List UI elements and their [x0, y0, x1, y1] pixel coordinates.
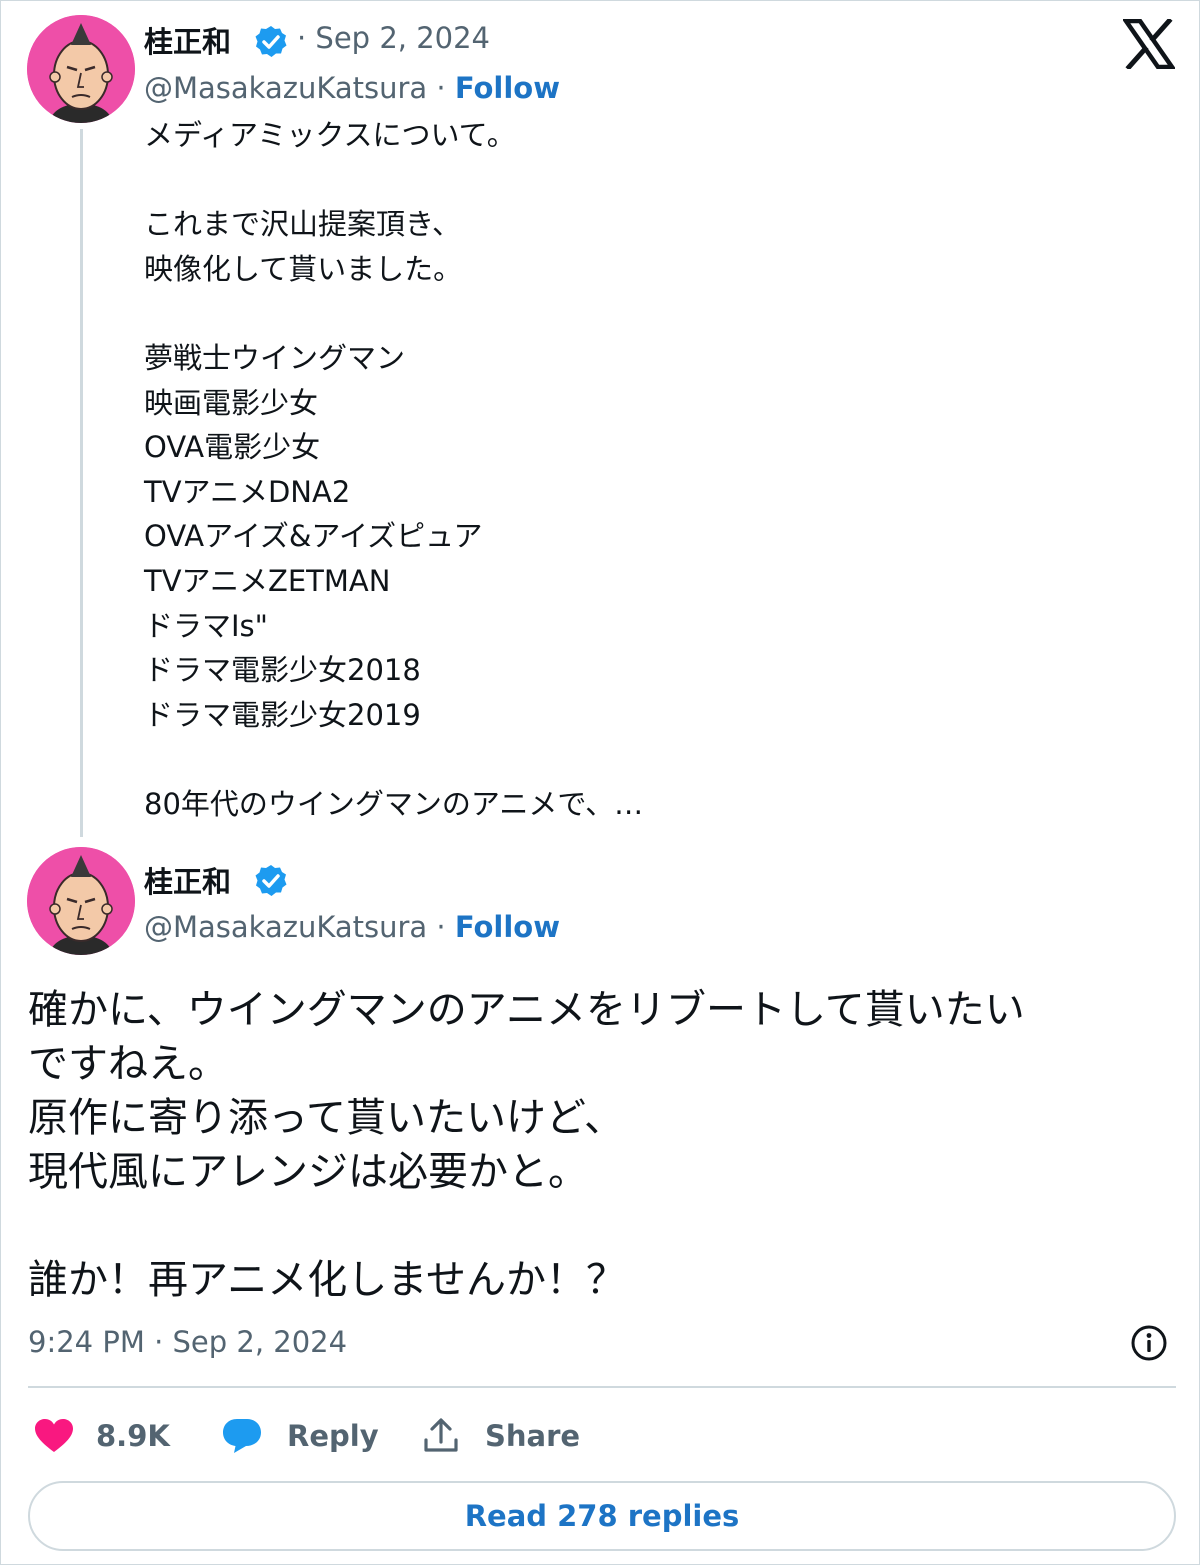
text-line: 現代風にアレンジは必要かと。: [28, 1149, 588, 1195]
verified-badge-icon: [254, 25, 288, 59]
text-line: これまで沢山提案頂き、: [144, 207, 461, 242]
read-replies-button[interactable]: Read 278 replies: [28, 1481, 1176, 1551]
verified-badge-icon: [254, 864, 288, 898]
author-name[interactable]: 桂正和: [144, 859, 231, 901]
heart-icon: [35, 1419, 73, 1452]
share-button[interactable]: Share: [421, 1411, 580, 1461]
text-line: OVA電影少女: [144, 430, 321, 465]
x-logo-icon[interactable]: [1123, 19, 1175, 69]
tweet-timestamp[interactable]: 9:24 PM · Sep 2, 2024: [28, 1325, 347, 1359]
author-handle[interactable]: @MasakazuKatsura: [144, 910, 427, 944]
text-line: TVアニメDNA2: [144, 474, 351, 509]
author-handle[interactable]: @MasakazuKatsura: [144, 71, 427, 105]
share-upload-icon: [424, 1418, 458, 1452]
tweet-embed-card: 桂正和 · Sep 2, 2024 @MasakazuKatsura · Fol…: [0, 0, 1200, 1565]
text-line: ですねえ。: [28, 1041, 228, 1087]
text-line: メディアミックスについて。: [144, 118, 516, 152]
like-count: 8.9K: [96, 1419, 170, 1453]
follow-link[interactable]: Follow: [455, 71, 560, 105]
text-line: 映画電影少女: [144, 385, 319, 420]
text-line: [144, 158, 1144, 203]
text-line: ドラマ電影少女2018: [144, 653, 421, 688]
text-line: 確かに、ウイングマンのアニメをリブートして貰いたい: [28, 987, 1025, 1033]
text-line: ドラマIs": [144, 608, 269, 643]
author-handle-row: @MasakazuKatsura · Follow: [144, 910, 560, 944]
text-line: 原作に寄り添って貰いたいけど、: [28, 1095, 624, 1141]
text-line: [144, 737, 1144, 782]
tweet-text: 確かに、ウイングマンのアニメをリブートして貰いたい ですねえ。 原作に寄り添って…: [28, 983, 1178, 1307]
text-line: OVAアイズ&アイズピュア: [144, 519, 483, 554]
info-icon[interactable]: [1129, 1323, 1169, 1363]
text-line: 誰か！再アニメ化しませんか！？: [28, 1257, 626, 1303]
author-name[interactable]: 桂正和: [144, 19, 231, 61]
reply-label: Reply: [287, 1419, 379, 1453]
text-line: 80年代のウイングマンのアニメで、…: [144, 786, 644, 821]
text-line: ドラマ電影少女2019: [144, 697, 421, 732]
speech-bubble-icon: [223, 1419, 261, 1453]
text-line: [28, 1199, 1178, 1253]
reply-button[interactable]: Reply: [221, 1411, 379, 1461]
separator-dot: ·: [427, 910, 455, 944]
quoted-tweet-text[interactable]: メディアミックスについて。 これまで沢山提案頂き、 映像化して貰いました。 夢戦…: [144, 113, 1144, 827]
avatar[interactable]: [27, 15, 135, 123]
thread-connector-line: [80, 129, 83, 837]
tweet-date[interactable]: · Sep 2, 2024: [297, 21, 490, 55]
text-line: TVアニメZETMAN: [144, 563, 391, 598]
text-line: 映像化して貰いました。: [144, 251, 463, 286]
like-button[interactable]: 8.9K: [34, 1411, 170, 1461]
follow-link[interactable]: Follow: [455, 910, 560, 944]
text-line: 夢戦士ウイングマン: [144, 340, 406, 375]
separator-dot: ·: [427, 71, 455, 105]
avatar[interactable]: [27, 847, 135, 955]
author-handle-row: @MasakazuKatsura · Follow: [144, 71, 560, 105]
share-label: Share: [485, 1419, 581, 1453]
divider: [28, 1386, 1176, 1388]
text-line: [144, 291, 1144, 336]
